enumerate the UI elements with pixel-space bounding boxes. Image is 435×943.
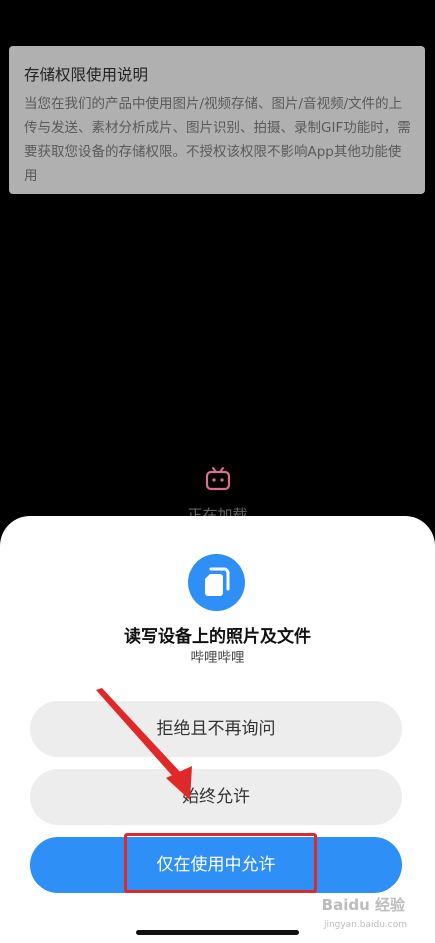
app-name: 哔哩哔哩: [190, 650, 245, 666]
highlight-box: [124, 833, 317, 893]
watermark-url: jingyan.baidu.com: [323, 920, 407, 930]
permission-title: 读写设备上的照片及文件: [124, 627, 311, 647]
permission-notice: 存储权限使用说明 当您在我们的产品中使用图片/视频存储、图片/音视频/文件的上传…: [9, 46, 425, 194]
file-icon: [188, 554, 245, 611]
home-indicator[interactable]: [136, 930, 299, 935]
tv-icon: [205, 466, 231, 492]
watermark: Baidu 经验: [321, 896, 405, 914]
notice-body: 当您在我们的产品中使用图片/视频存储、图片/音视频/文件的上传与发送、素材分析成…: [24, 96, 411, 184]
deny-button[interactable]: 拒绝且不再询问: [30, 701, 402, 757]
notice-title: 存储权限使用说明: [24, 66, 149, 84]
always-allow-button[interactable]: 始终允许: [30, 769, 402, 825]
loading-indicator: 正在加载: [0, 466, 435, 524]
